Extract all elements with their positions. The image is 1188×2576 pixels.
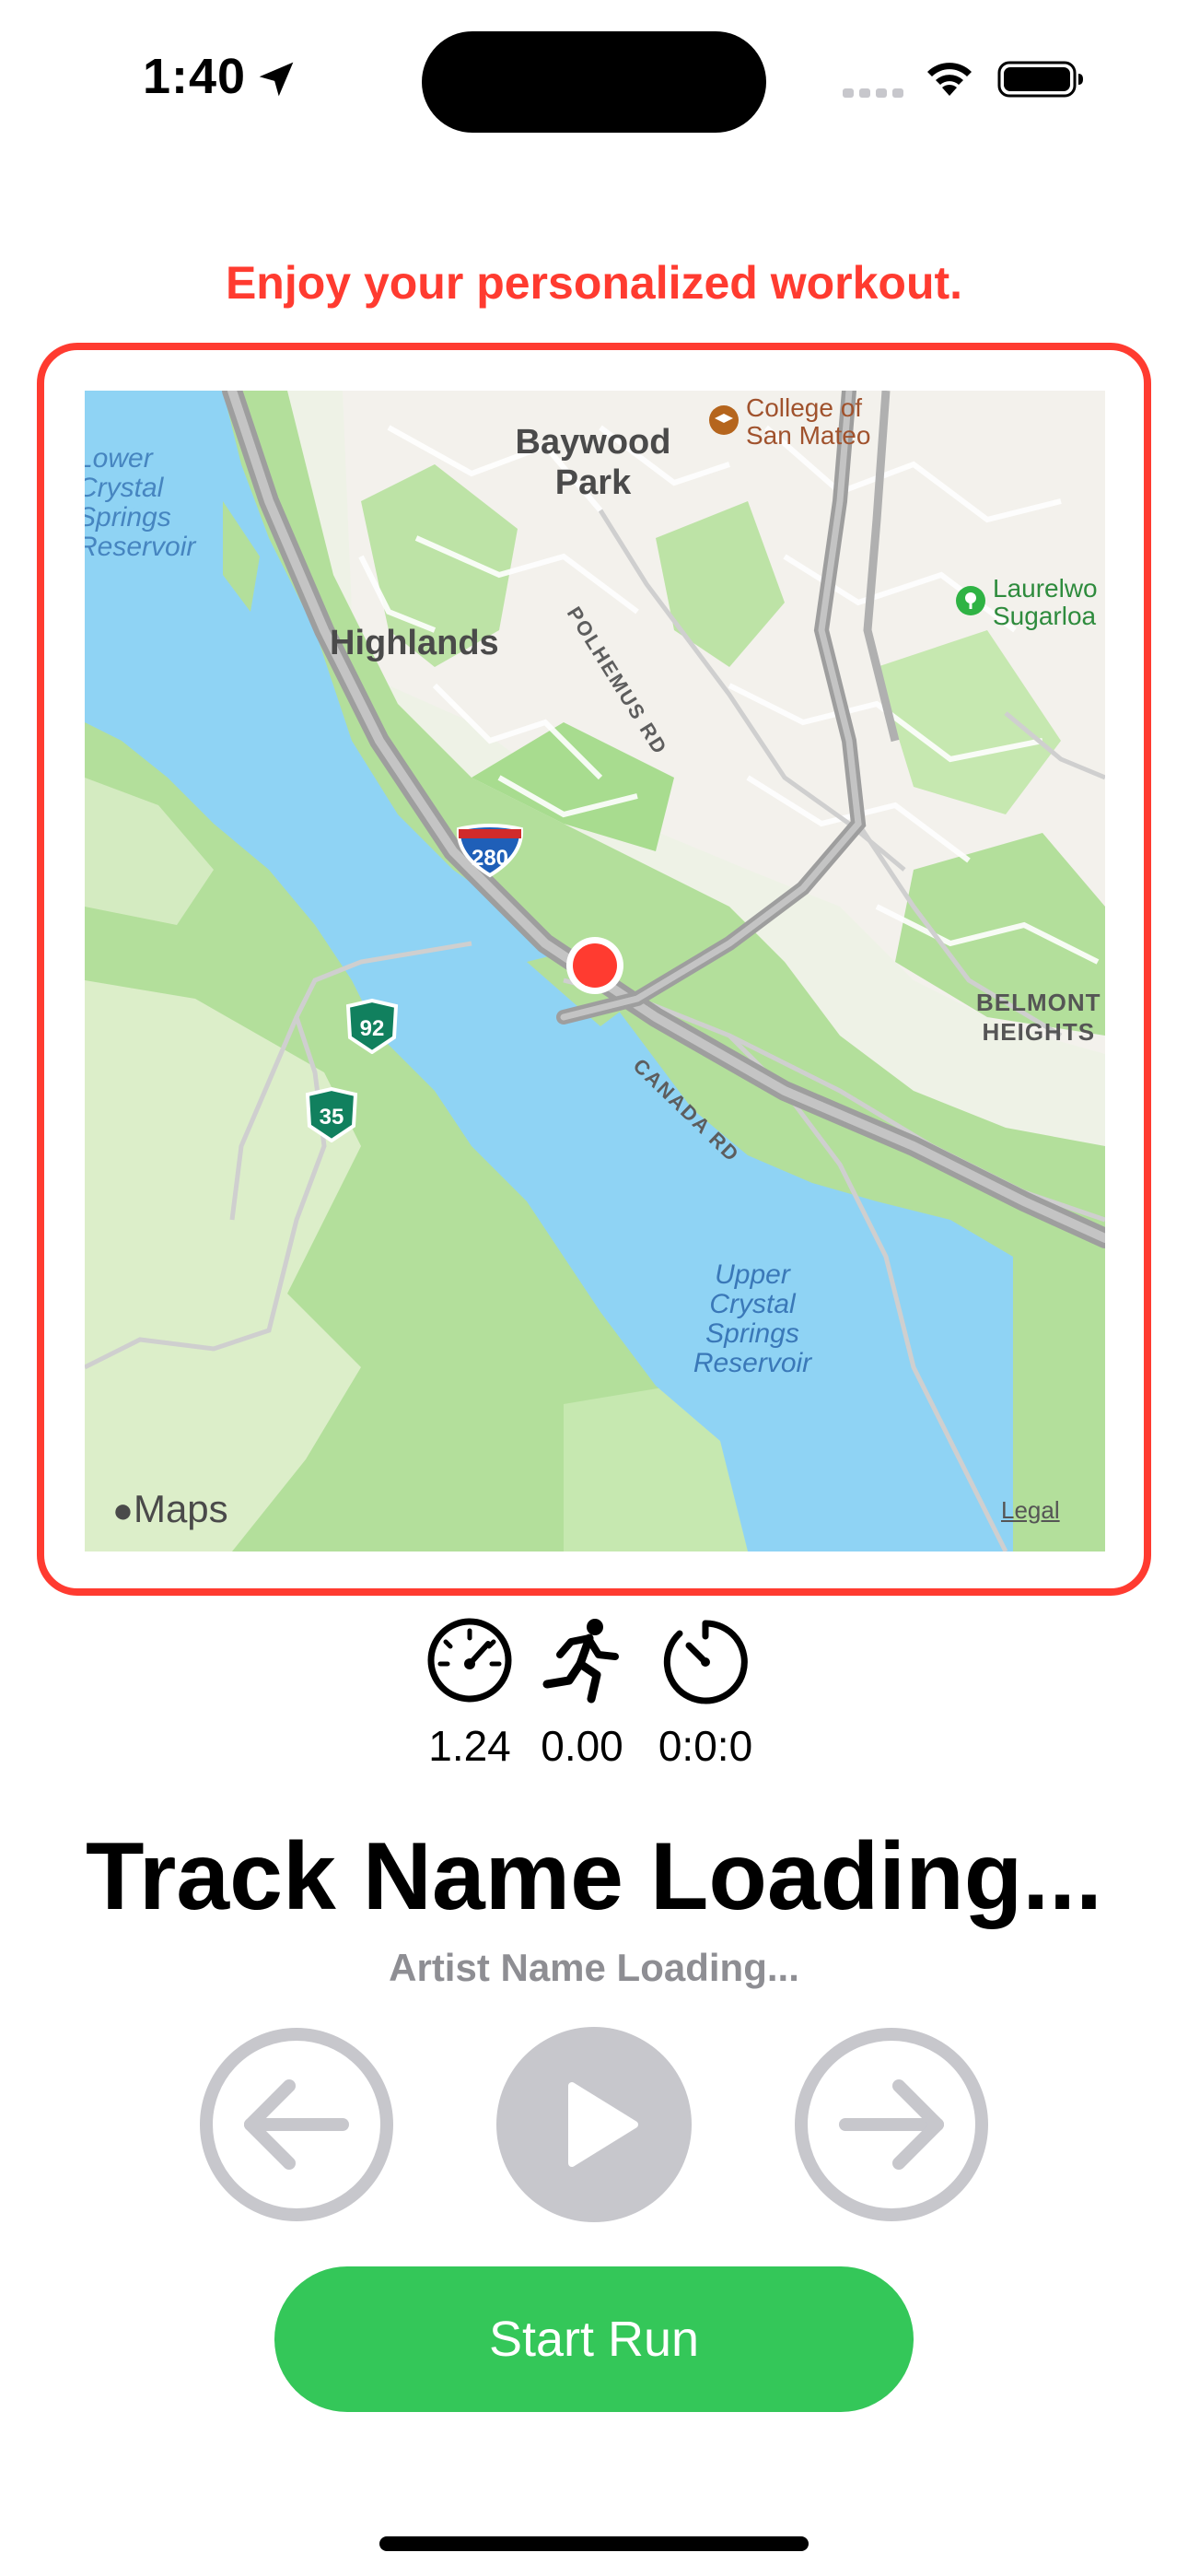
timer-icon	[663, 1620, 748, 1704]
map-view[interactable]: Lower Crystal Springs Reservoir Baywood …	[85, 391, 1105, 1551]
cellular-signal-icon	[843, 88, 903, 98]
map-label-baywood-park: Baywood Park	[515, 423, 671, 502]
speed-value: 1.24	[428, 1722, 511, 1770]
map-label-belmont-heights: BELMONT HEIGHTS	[976, 989, 1101, 1046]
speedometer-icon	[427, 1618, 512, 1703]
apple-maps-logo: ●Maps	[112, 1487, 228, 1531]
home-indicator[interactable]	[379, 2536, 809, 2551]
park-icon	[956, 586, 985, 615]
running-figure-icon	[542, 1619, 619, 1704]
next-track-button[interactable]	[792, 2025, 991, 2224]
map-label-highlands: Highlands	[330, 624, 499, 662]
location-arrow-icon	[259, 62, 294, 97]
artist-name: Artist Name Loading...	[389, 1946, 799, 1989]
battery-icon	[997, 61, 1083, 98]
dynamic-island	[422, 31, 766, 133]
track-name: Track Name Loading...	[86, 1823, 1102, 1930]
route-35-shield-icon: 35	[305, 1087, 358, 1142]
college-icon	[709, 405, 739, 435]
shield-280-text: 280	[472, 846, 508, 871]
status-time: 1:40	[143, 49, 247, 104]
arrow-right-icon	[839, 2079, 944, 2170]
status-bar: 1:40	[0, 0, 1188, 157]
maps-attribution-text: Maps	[133, 1487, 228, 1530]
start-run-button[interactable]: Start Run	[274, 2266, 914, 2412]
shield-92-text: 92	[360, 1016, 385, 1041]
map-label-college: College of San Mateo	[746, 393, 871, 450]
elapsed-time-value: 0:0:0	[658, 1722, 753, 1770]
current-location-pin-icon	[566, 937, 623, 994]
map-label-upper-reservoir: Upper Crystal Springs Reservoir	[693, 1259, 812, 1378]
legal-link[interactable]: Legal	[1001, 1496, 1060, 1525]
wifi-icon	[927, 63, 972, 96]
previous-track-button[interactable]	[197, 2025, 396, 2224]
apple-logo-icon: ●	[112, 1492, 134, 1530]
shield-35-text: 35	[320, 1105, 344, 1130]
play-button[interactable]	[495, 2025, 693, 2224]
distance-value: 0.00	[541, 1722, 623, 1770]
arrow-left-icon	[244, 2079, 349, 2170]
workout-subtitle: Enjoy your personalized workout.	[225, 257, 963, 309]
map-label-lower-reservoir: Lower Crystal Springs Reservoir	[85, 443, 196, 562]
interstate-280-shield-icon: 280	[456, 824, 524, 878]
map-label-laurelwood: Laurelwo Sugarloa	[993, 574, 1098, 630]
route-92-shield-icon: 92	[345, 999, 399, 1054]
